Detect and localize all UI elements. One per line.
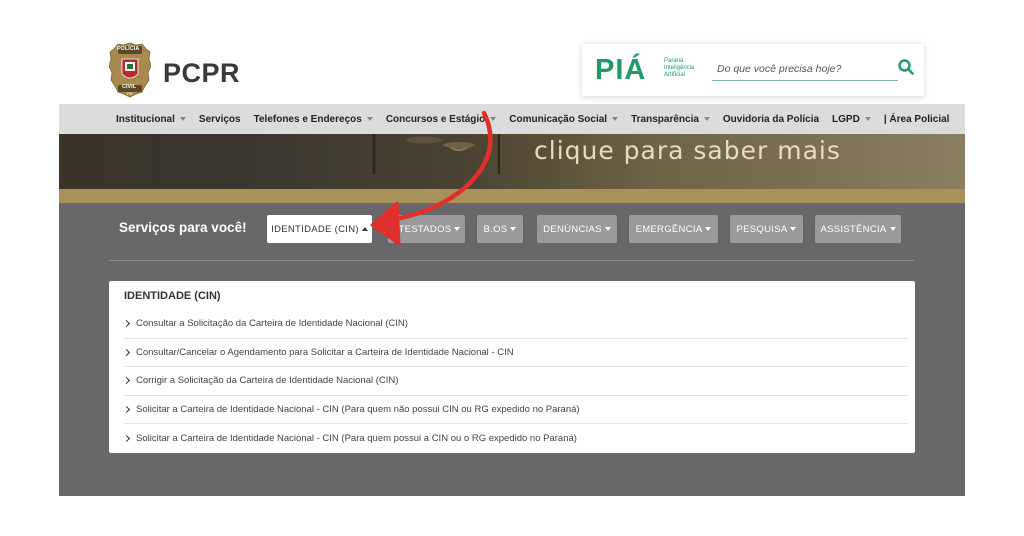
pia-tagline-line: Paraná bbox=[664, 58, 684, 64]
hero-banner[interactable]: clique para saber mais bbox=[59, 134, 965, 189]
service-button-label: PESQUISA bbox=[736, 223, 788, 235]
list-item-label: Consultar a Solicitação da Carteira de I… bbox=[136, 318, 408, 330]
service-button-assistencia[interactable]: ASSISTÊNCIA bbox=[815, 215, 901, 243]
search-input[interactable] bbox=[712, 57, 898, 81]
nav-item-label: Concursos e Estágio bbox=[385, 113, 486, 125]
chevron-right-icon bbox=[122, 377, 131, 385]
nav-item-1[interactable]: Serviços bbox=[199, 114, 241, 125]
service-button-atestados[interactable]: ATESTADOS bbox=[388, 215, 465, 243]
pia-tagline: Paraná Inteligência Artificial bbox=[664, 58, 706, 79]
list-item-label: Consultar/Cancelar o Agendamento para So… bbox=[136, 346, 514, 358]
service-button-emergencia[interactable]: EMERGÊNCIA bbox=[629, 215, 718, 243]
list-item-label: Solicitar a Carteira de Identidade Nacio… bbox=[136, 432, 577, 444]
service-button-bos[interactable]: B.OS bbox=[477, 215, 523, 243]
nav-item-label: Institucional bbox=[116, 113, 175, 125]
list-item[interactable]: Consultar/Cancelar o Agendamento para So… bbox=[122, 339, 908, 367]
chevron-right-icon bbox=[122, 405, 131, 413]
caret-down-icon bbox=[612, 117, 619, 121]
nav-item-7[interactable]: LGPD bbox=[832, 114, 871, 125]
service-button-label: IDENTIDADE (CIN) bbox=[271, 223, 359, 235]
caret-down-icon bbox=[454, 227, 461, 231]
caret-down-icon bbox=[790, 227, 797, 231]
caret-down-icon bbox=[889, 227, 896, 231]
caret-down-icon bbox=[703, 117, 710, 121]
services-title: Serviços para você! bbox=[119, 220, 247, 235]
chevron-right-icon bbox=[122, 434, 131, 442]
list-item[interactable]: Solicitar a Carteira de Identidade Nacio… bbox=[122, 396, 908, 424]
page-frame: POLÍCIA CIVIL PR PCPR PIÁ Paraná Intelig… bbox=[59, 28, 965, 496]
nav-item-0[interactable]: Institucional bbox=[116, 114, 186, 125]
badge-top-text: POLÍCIA bbox=[117, 46, 140, 52]
nav-item-label: Transparência bbox=[631, 113, 699, 125]
nav-item-5[interactable]: Transparência bbox=[631, 114, 710, 125]
justice-scale-image bbox=[372, 134, 500, 174]
section-divider bbox=[109, 260, 914, 261]
nav-item-label: | Área Policial bbox=[883, 113, 950, 125]
pia-tagline-line: Artificial bbox=[664, 72, 686, 78]
badge-state-text: PR bbox=[127, 91, 133, 96]
nav-item-label: Comunicação Social bbox=[509, 113, 608, 125]
nav-item-8[interactable]: | Área Policial bbox=[884, 114, 950, 125]
nav-item-2[interactable]: Telefones e Endereços bbox=[254, 114, 373, 125]
pia-search-box: PIÁ Paraná Inteligência Artificial bbox=[582, 44, 924, 96]
list-item-label: Solicitar a Carteira de Identidade Nacio… bbox=[136, 403, 580, 415]
nav-item-label: Telefones e Endereços bbox=[253, 113, 362, 125]
service-button-label: ASSISTÊNCIA bbox=[820, 223, 887, 235]
badge-bottom-text: CIVIL bbox=[122, 84, 137, 90]
caret-down-icon bbox=[604, 227, 611, 231]
main-navigation: Institucional Serviços Telefones e Endereç… bbox=[59, 104, 965, 134]
caret-down-icon bbox=[510, 227, 517, 231]
nav-item-3[interactable]: Concursos e Estágio bbox=[385, 113, 497, 125]
pia-tagline-line: Inteligência bbox=[664, 65, 695, 71]
nav-item-label: Serviços bbox=[198, 113, 241, 125]
nav-item-4[interactable]: Comunicação Social bbox=[509, 113, 619, 125]
services-section: Serviços para você! IDENTIDADE (CIN) ATE… bbox=[59, 203, 965, 496]
banner-cta-text[interactable]: clique para saber mais bbox=[534, 136, 841, 165]
caret-down-icon bbox=[366, 117, 373, 121]
service-button-denuncias[interactable]: DENÚNCIAS bbox=[537, 215, 617, 243]
service-button-label: DENÚNCIAS bbox=[543, 223, 602, 235]
service-button-label: B.OS bbox=[483, 223, 508, 235]
site-logo-text[interactable]: PCPR bbox=[163, 58, 240, 89]
caret-down-icon bbox=[490, 117, 497, 121]
caret-down-icon bbox=[705, 227, 712, 231]
identidade-dropdown-panel: IDENTIDADE (CIN) Consultar a Solicitação… bbox=[109, 281, 915, 453]
list-item[interactable]: Consultar a Solicitação da Carteira de I… bbox=[122, 310, 908, 339]
chevron-right-icon bbox=[122, 320, 131, 328]
caret-down-icon bbox=[864, 117, 871, 121]
nav-item-label: LGPD bbox=[832, 113, 860, 125]
list-item[interactable]: Solicitar a Carteira de Identidade Nacio… bbox=[122, 424, 908, 453]
search-icon[interactable] bbox=[897, 58, 915, 76]
service-button-label: ATESTADOS bbox=[392, 223, 452, 235]
service-button-pesquisa[interactable]: PESQUISA bbox=[730, 215, 803, 243]
panel-title: IDENTIDADE (CIN) bbox=[124, 290, 221, 302]
nav-item-6[interactable]: Ouvidoria da Polícia bbox=[723, 114, 819, 125]
pia-logo[interactable]: PIÁ bbox=[595, 54, 646, 86]
list-item[interactable]: Corrigir a Solicitação da Carteira de Id… bbox=[122, 367, 908, 396]
service-button-identidade[interactable]: IDENTIDADE (CIN) bbox=[267, 215, 372, 243]
list-item-label: Corrigir a Solicitação da Carteira de Id… bbox=[136, 375, 399, 387]
caret-up-icon bbox=[361, 227, 368, 231]
nav-item-label: Ouvidoria da Polícia bbox=[722, 113, 820, 125]
chevron-right-icon bbox=[122, 348, 131, 356]
service-button-label: EMERGÊNCIA bbox=[635, 223, 703, 235]
caret-down-icon bbox=[179, 117, 186, 121]
banner-divider bbox=[59, 189, 965, 203]
